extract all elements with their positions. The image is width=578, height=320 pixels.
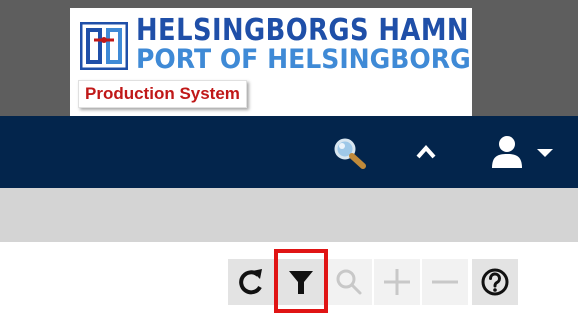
help-icon <box>481 268 509 296</box>
add-button[interactable] <box>374 259 420 305</box>
navigation-bar <box>0 116 578 188</box>
logo[interactable]: HELSINGBORGS HAMN PORT OF HELSINGBORG Pr… <box>70 8 472 116</box>
caret-down-icon[interactable] <box>534 146 556 160</box>
help-button[interactable] <box>472 259 518 305</box>
app-page: HELSINGBORGS HAMN PORT OF HELSINGBORG Pr… <box>0 0 578 320</box>
chevron-up-icon[interactable] <box>412 138 440 166</box>
port-logo-icon <box>80 22 128 70</box>
search-icon[interactable] <box>330 136 370 170</box>
filter-button[interactable] <box>278 259 324 305</box>
refresh-button[interactable] <box>228 259 274 305</box>
user-icon[interactable] <box>490 134 524 170</box>
sub-header-bar <box>0 188 578 242</box>
minus-icon <box>432 280 458 284</box>
refresh-icon <box>239 269 262 295</box>
header-band: HELSINGBORGS HAMN PORT OF HELSINGBORG Pr… <box>0 0 578 116</box>
plus-icon <box>384 269 410 295</box>
search-icon <box>336 269 362 295</box>
system-badge: Production System <box>78 80 247 108</box>
remove-button[interactable] <box>422 259 468 305</box>
logo-subtitle: PORT OF HELSINGBORG <box>136 44 471 75</box>
search-button[interactable] <box>326 259 372 305</box>
filter-icon <box>289 271 313 294</box>
toolbar <box>228 249 568 313</box>
logo-title: HELSINGBORGS HAMN <box>136 13 469 48</box>
